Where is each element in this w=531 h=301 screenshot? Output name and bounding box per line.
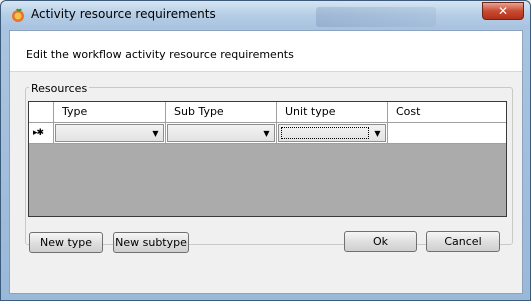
sub-type-dropdown[interactable]: ▼	[167, 124, 275, 142]
new-row-indicator-icon: ▸✱	[29, 123, 54, 143]
cost-cell[interactable]	[388, 123, 506, 143]
unit-type-cell[interactable]: ▼	[277, 123, 388, 143]
close-button[interactable]: ✕	[482, 2, 524, 20]
new-subtype-button[interactable]: New subtype	[113, 232, 189, 253]
unit-type-dropdown[interactable]: ▼	[278, 124, 386, 142]
column-header-unit-type[interactable]: Unit type	[277, 102, 388, 122]
type-dropdown[interactable]: ▼	[55, 124, 164, 142]
chevron-down-icon[interactable]: ▼	[259, 125, 274, 141]
column-header-sub-type[interactable]: Sub Type	[166, 102, 277, 122]
ok-button[interactable]: Ok	[344, 231, 417, 252]
background-window-watermark	[316, 7, 436, 27]
column-header-cost[interactable]: Cost	[388, 102, 506, 122]
focus-rectangle	[281, 127, 369, 139]
dialog-client-area: Edit the workflow activity resource requ…	[9, 30, 523, 294]
chevron-down-icon[interactable]: ▼	[370, 125, 385, 141]
table-row-new[interactable]: ▸✱ ▼ ▼ ▼	[29, 123, 506, 144]
chevron-down-icon[interactable]: ▼	[148, 125, 163, 141]
column-header-type[interactable]: Type	[54, 102, 166, 122]
cancel-button[interactable]: Cancel	[426, 231, 500, 252]
close-icon: ✕	[497, 4, 509, 18]
title-bar[interactable]: Activity resource requirements ✕	[1, 1, 530, 29]
app-icon	[12, 8, 24, 22]
row-header-corner	[29, 102, 54, 122]
grid-header: Type Sub Type Unit type Cost	[29, 102, 506, 123]
dialog-window: Activity resource requirements ✕ Edit th…	[0, 0, 531, 301]
window-title: Activity resource requirements	[31, 7, 216, 21]
resources-group-label: Resources	[29, 82, 90, 95]
sub-type-cell[interactable]: ▼	[166, 123, 277, 143]
header-panel: Edit the workflow activity resource requ…	[10, 31, 522, 72]
resources-grid[interactable]: Type Sub Type Unit type Cost ▸✱ ▼ ▼ ▼	[28, 101, 507, 217]
new-type-button[interactable]: New type	[29, 232, 103, 253]
instruction-text: Edit the workflow activity resource requ…	[26, 48, 294, 61]
type-cell[interactable]: ▼	[54, 123, 166, 143]
